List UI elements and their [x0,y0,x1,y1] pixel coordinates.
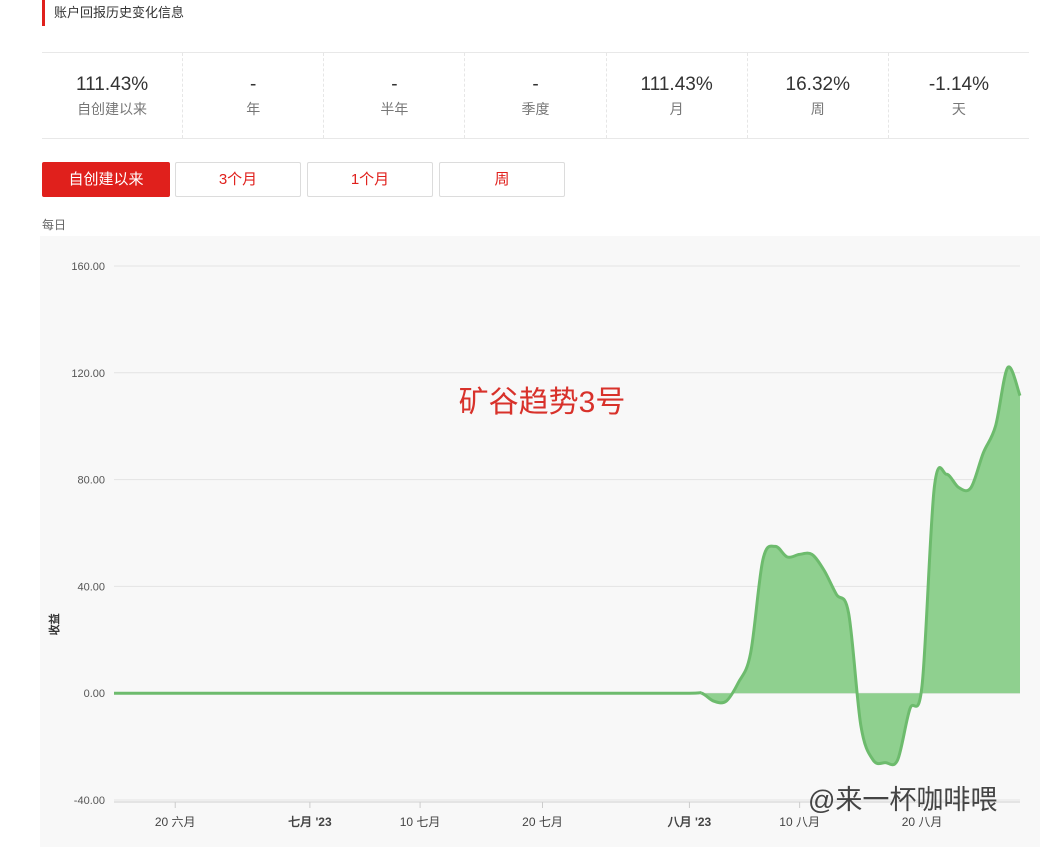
period-label: 每日 [42,218,67,232]
series-area [114,366,1020,765]
x-tick-label: 七月 '23 [288,815,332,829]
stat-label: 天 [951,100,966,117]
y-tick-label: 0.00 [84,688,105,700]
y-tick-label: 40.00 [77,581,105,593]
x-tick-label: 10 八月 [779,815,820,829]
chart-title: 矿谷趋势3号 [459,386,626,419]
stat-value: - [391,73,398,95]
stat-quarter: - 季度 [464,53,605,138]
returns-chart: -40.00 0.00 40.00 80.00 120.00 160.00 收益 20 六月 七… [47,261,1022,829]
y-tick-label: 160.00 [71,261,105,273]
stat-label: 年 [246,100,261,117]
stat-value: - [532,73,539,95]
stat-value: 16.32% [785,73,850,95]
x-tick-label: 10 七月 [400,815,441,829]
returns-summary: 111.43% 自创建以来 - 年 - 半年 - 季度 111.43% 月 16… [42,52,1029,139]
stat-half-year: - 半年 [323,53,464,138]
tab-3-months[interactable]: 3个月 [175,162,301,197]
stat-value: 111.43% [640,73,713,95]
stat-day: -1.14% 天 [887,53,1029,138]
watermark: @来一杯咖啡喂 [808,785,998,815]
stat-label: 周 [810,100,825,117]
x-tick-label: 八月 '23 [667,815,712,829]
stat-label: 季度 [521,100,550,117]
stat-month: 111.43% 月 [605,53,747,138]
tab-since-inception[interactable]: 自创建以来 [42,162,170,197]
y-axis-label: 收益 [47,613,61,635]
stat-year: - 年 [182,53,323,138]
period-tabs: 自创建以来 3个月 1个月 周 [42,162,571,197]
stat-label: 半年 [380,100,409,117]
stat-label: 自创建以来 [77,100,148,117]
stat-value: - [250,73,257,95]
chart-panel: -40.00 0.00 40.00 80.00 120.00 160.00 收益 20 六月 七… [40,236,1040,847]
x-tick-label: 20 七月 [522,815,563,829]
y-tick-label: -40.00 [74,795,105,807]
y-tick-label: 120.00 [71,368,105,380]
x-tick-label: 20 八月 [902,815,943,829]
stat-week: 16.32% 周 [746,53,888,138]
stat-value: -1.14% [928,73,990,95]
x-tick-label: 20 六月 [155,815,196,829]
section-title: 账户回报历史变化信息 [42,0,184,26]
stat-since-inception: 111.43% 自创建以来 [42,53,182,138]
stat-label: 月 [669,100,684,117]
y-tick-label: 80.00 [77,475,105,487]
stat-value: 111.43% [75,73,149,95]
tab-1-month[interactable]: 1个月 [307,162,433,197]
tab-week[interactable]: 周 [439,162,565,197]
